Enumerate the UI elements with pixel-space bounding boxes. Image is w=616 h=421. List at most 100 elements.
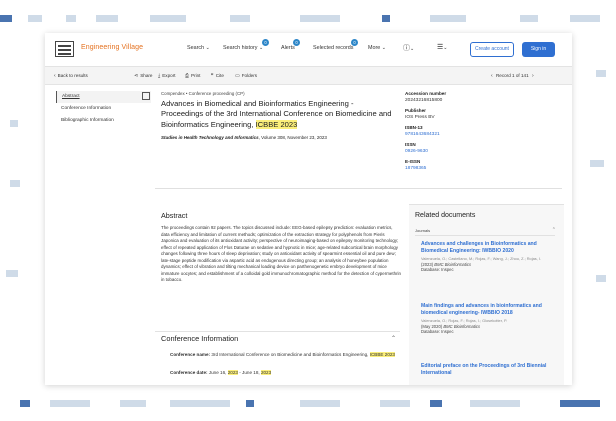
- chevron-down-icon: ⌄: [258, 45, 264, 51]
- sidebar-item-abstract[interactable]: Abstract: [56, 91, 151, 103]
- nav-more-label: More: [368, 45, 381, 51]
- related-item-database: Database: Inspec: [421, 267, 454, 272]
- conference-information-heading: Conference Information: [161, 334, 239, 343]
- bg-dash: [230, 15, 250, 22]
- bg-dash: [0, 15, 12, 22]
- record-title: Advances in Biomedical and Bioinformatic…: [161, 99, 396, 130]
- eissn-link[interactable]: 18798365: [405, 166, 515, 171]
- related-item: Advances and challenges in Bioinformatic…: [421, 241, 551, 273]
- arrow-left-icon: ‹: [54, 73, 56, 79]
- bg-dash: [380, 400, 410, 407]
- bg-dash: [560, 400, 600, 407]
- sidebar-item-bibliographic-information[interactable]: Bibliographic Information: [56, 115, 151, 127]
- folders-button[interactable]: ▭ Folders: [235, 73, 257, 79]
- isbn-link[interactable]: 9781643684321: [405, 132, 515, 137]
- bg-dash: [120, 400, 146, 407]
- bg-dash: [170, 400, 230, 407]
- back-to-results-link[interactable]: ‹ Back to results: [54, 73, 88, 79]
- cite-label: Cite: [215, 73, 224, 78]
- related-item-date: (May 2020): [421, 323, 444, 329]
- record-toolbar: ‹ Back to results ⋖ Share ⤓ Export ⎙ Print ❞…: [45, 67, 572, 85]
- related-item-database: Database: Inspec: [421, 329, 454, 334]
- cite-button[interactable]: ❞ Cite: [211, 73, 224, 79]
- related-documents-heading: Related documents: [415, 212, 476, 219]
- conference-date-year-start: 2023: [227, 370, 238, 375]
- share-button[interactable]: ⋖ Share: [134, 73, 152, 79]
- nav-search[interactable]: Search ⌄: [187, 45, 210, 51]
- bg-dash: [150, 15, 186, 22]
- publisher-value: IOS Press BV: [405, 115, 435, 120]
- document-type: Compendex • Conference proceeding (CP): [161, 91, 245, 96]
- nav-selected-records[interactable]: Selected records: [313, 45, 353, 51]
- nav-search-history[interactable]: Search history ⌄: [223, 45, 263, 51]
- related-documents-panel: Related documents Journals ⌃ Advances an…: [409, 204, 564, 385]
- institution-icon[interactable]: ☰⌄: [437, 43, 447, 51]
- help-icon[interactable]: ⓘ⌄: [403, 43, 414, 53]
- bg-dash: [6, 270, 18, 277]
- accession-number-label: Accession number: [405, 91, 447, 96]
- share-icon: ⋖: [134, 73, 139, 79]
- bg-dash: [50, 400, 90, 407]
- chevron-down-icon: ⌄: [381, 45, 386, 51]
- isbn-label: ISBN-13: [405, 125, 423, 130]
- chevron-up-icon[interactable]: ⌃: [552, 227, 556, 233]
- section-nav: Abstract Conference Information Bibliogr…: [56, 91, 151, 127]
- bg-dash: [20, 400, 30, 407]
- nav-more[interactable]: More ⌄: [368, 45, 386, 51]
- accession-number-value: 20243216815800: [405, 98, 443, 103]
- source-journal[interactable]: Studies in Health Technology and Informa…: [161, 135, 259, 140]
- section-divider: [155, 331, 400, 332]
- nav-search-history-label: Search history: [223, 45, 258, 51]
- related-item-date: (2023): [421, 261, 435, 267]
- related-item-title[interactable]: Advances and challenges in Bioinformatic…: [421, 241, 551, 255]
- conference-name-value: 3rd International Conference on Biomedic…: [210, 352, 370, 357]
- bg-dash: [300, 400, 340, 407]
- brand-name[interactable]: Engineering Village: [81, 44, 143, 51]
- related-item-title[interactable]: Editorial preface on the Proceedings of …: [421, 363, 551, 377]
- bg-dash: [596, 275, 606, 282]
- export-label: Export: [162, 73, 176, 78]
- sign-in-button[interactable]: Sign in: [522, 42, 555, 57]
- bg-dash: [430, 15, 466, 22]
- related-item-title[interactable]: Main findings and advances in bioinforma…: [421, 303, 551, 317]
- conference-date-year-end: 2023: [260, 370, 272, 375]
- share-label: Share: [140, 73, 153, 78]
- abstract-heading: Abstract: [161, 211, 188, 220]
- print-icon: ⎙: [185, 73, 190, 79]
- folder-icon: ▭: [235, 73, 240, 79]
- record-title-highlight: ICBBE 2023: [255, 119, 298, 129]
- related-divider: [415, 235, 555, 236]
- publisher-label: Publisher: [405, 108, 426, 113]
- chevron-right-icon[interactable]: ›: [532, 73, 534, 79]
- sidebar-item-conference-information[interactable]: Conference Information: [56, 103, 151, 115]
- back-label: Back to results: [57, 73, 88, 78]
- bg-dash: [246, 400, 254, 407]
- section-divider: [155, 188, 562, 189]
- bg-dash: [570, 15, 600, 22]
- search-history-badge: 0: [262, 39, 269, 46]
- chevron-left-icon[interactable]: ‹: [491, 73, 493, 79]
- export-button[interactable]: ⤓ Export: [158, 73, 176, 79]
- related-item: Editorial preface on the Proceedings of …: [421, 363, 551, 377]
- conference-date-end: - June 18,: [237, 370, 261, 375]
- record-metadata: Accession number 20243216815800 Publishe…: [405, 91, 515, 171]
- bg-dash: [520, 15, 538, 22]
- issn-label: ISSN: [405, 142, 416, 147]
- conference-date-start: June 16,: [207, 370, 228, 375]
- record-pager: ‹ Record 1 of 141 ›: [491, 73, 536, 79]
- quote-icon: ❞: [211, 73, 214, 79]
- bg-dash: [300, 15, 340, 22]
- bg-dash: [596, 70, 606, 77]
- chevron-up-icon[interactable]: ⌃: [391, 335, 396, 342]
- abstract-text: The proceedings contain 92 papers. The t…: [161, 225, 401, 282]
- issn-link[interactable]: 0926-9630: [405, 149, 515, 154]
- print-button[interactable]: ⎙ Print: [185, 73, 200, 79]
- nav-alerts[interactable]: Alerts: [281, 45, 295, 51]
- bg-dash: [10, 180, 20, 187]
- bg-dash: [382, 15, 390, 22]
- create-account-button[interactable]: Create account: [470, 42, 514, 57]
- elsevier-logo-icon[interactable]: [55, 41, 74, 57]
- select-record-checkbox[interactable]: [142, 92, 150, 100]
- eissn-label: E-ISSN: [405, 159, 421, 164]
- record-source: Studies in Health Technology and Informa…: [161, 135, 327, 140]
